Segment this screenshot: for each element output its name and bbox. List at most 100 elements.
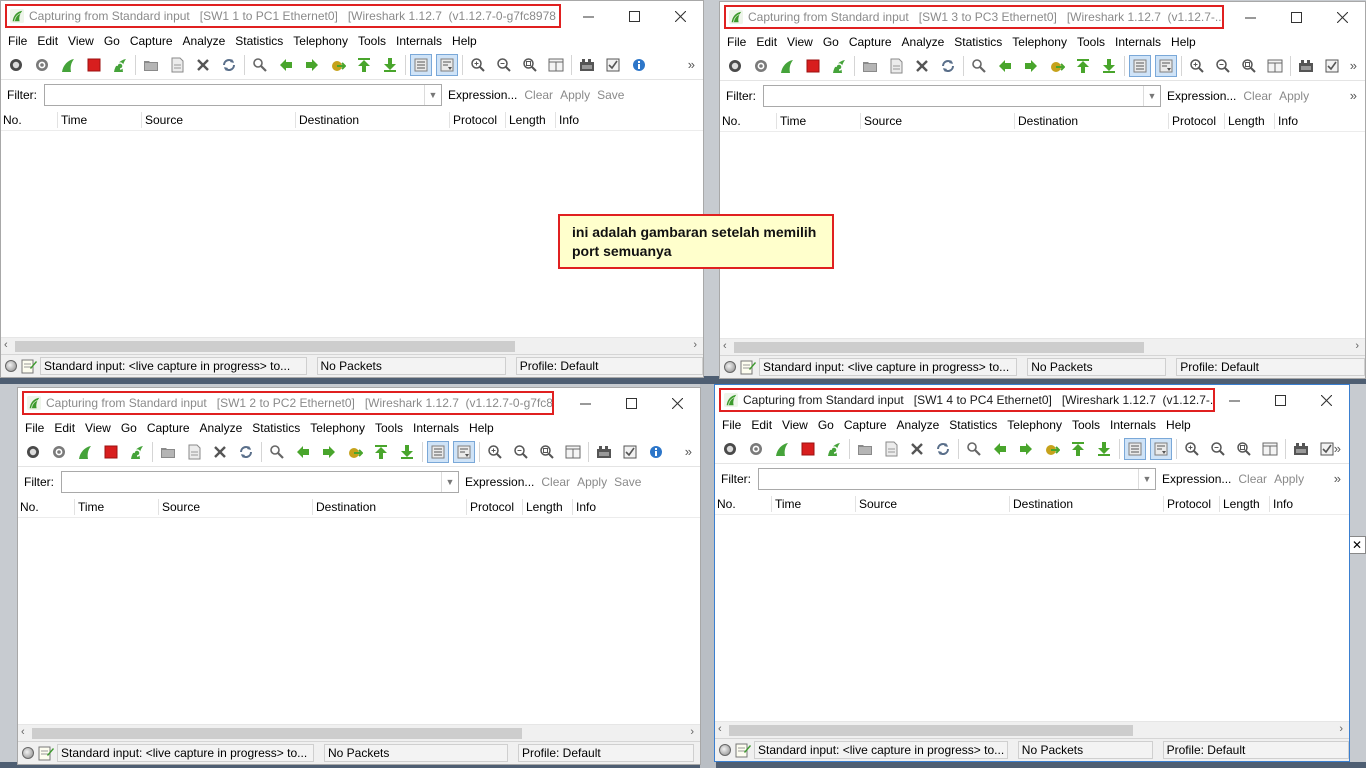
wireshark-window-sw1-pc3[interactable]: Capturing from Standard input [SW1 3 to …: [719, 1, 1366, 379]
filter-input[interactable]: ▼: [61, 471, 459, 493]
horizontal-scrollbar[interactable]: ‹ ›: [720, 338, 1365, 356]
menu-capture[interactable]: Capture: [125, 34, 178, 48]
capture-filters-icon[interactable]: [593, 441, 615, 463]
scroll-left-icon[interactable]: ‹: [4, 339, 8, 351]
resize-columns-icon[interactable]: [1259, 438, 1281, 460]
first-packet-icon[interactable]: [353, 54, 375, 76]
find-packet-icon[interactable]: [249, 54, 271, 76]
interface-list-icon[interactable]: [5, 54, 27, 76]
filter-apply-button[interactable]: Apply: [577, 475, 607, 489]
toolbar-overflow-icon[interactable]: »: [1350, 58, 1357, 73]
minimize-icon[interactable]: [1211, 385, 1257, 415]
column-divider[interactable]: [158, 499, 159, 515]
save-file-icon[interactable]: [885, 55, 907, 77]
wireshark-window-sw1-pc1[interactable]: Capturing from Standard input [SW1 1 to …: [0, 0, 704, 378]
menu-analyze[interactable]: Analyze: [178, 34, 231, 48]
title-bar[interactable]: Capturing from Standard input [SW1 1 to …: [1, 1, 703, 31]
column-divider[interactable]: [555, 112, 556, 128]
menu-file[interactable]: File: [3, 34, 32, 48]
filter-apply-button[interactable]: Apply: [560, 88, 590, 102]
menu-go[interactable]: Go: [116, 421, 142, 435]
column-divider[interactable]: [1014, 113, 1015, 129]
filter-save-button[interactable]: Save: [597, 88, 624, 102]
menu-view[interactable]: View: [63, 34, 99, 48]
open-file-icon[interactable]: [854, 438, 876, 460]
menu-telephony[interactable]: Telephony: [305, 421, 370, 435]
reload-icon[interactable]: [235, 441, 257, 463]
capture-options-icon[interactable]: [48, 441, 70, 463]
column-header-no[interactable]: No.: [20, 500, 39, 514]
menu-go[interactable]: Go: [99, 34, 125, 48]
menu-capture[interactable]: Capture: [142, 421, 195, 435]
stop-capture-icon[interactable]: [83, 54, 105, 76]
column-divider[interactable]: [1219, 496, 1220, 512]
zoom-out-icon[interactable]: [1212, 55, 1234, 77]
scroll-right-icon[interactable]: ›: [690, 726, 694, 738]
expert-info-icon[interactable]: [645, 441, 667, 463]
scrollbar-thumb[interactable]: [32, 728, 522, 739]
zoom-out-icon[interactable]: [493, 54, 515, 76]
go-back-icon[interactable]: [994, 55, 1016, 77]
menu-capture[interactable]: Capture: [839, 418, 892, 432]
menu-go[interactable]: Go: [818, 35, 844, 49]
maximize-icon[interactable]: [1257, 385, 1303, 415]
scrollbar-thumb[interactable]: [15, 341, 515, 352]
go-back-icon[interactable]: [275, 54, 297, 76]
expert-info-icon[interactable]: [724, 361, 736, 373]
filter-clear-button[interactable]: Clear: [541, 475, 570, 489]
menu-file[interactable]: File: [722, 35, 751, 49]
open-file-icon[interactable]: [140, 54, 162, 76]
menu-analyze[interactable]: Analyze: [892, 418, 945, 432]
restart-capture-icon[interactable]: [828, 55, 850, 77]
go-forward-icon[interactable]: [318, 441, 340, 463]
menu-file[interactable]: File: [717, 418, 746, 432]
go-forward-icon[interactable]: [301, 54, 323, 76]
zoom-in-icon[interactable]: [1186, 55, 1208, 77]
colorize-icon[interactable]: [427, 441, 449, 463]
first-packet-icon[interactable]: [370, 441, 392, 463]
capture-options-icon[interactable]: [745, 438, 767, 460]
close-icon[interactable]: [1319, 2, 1365, 32]
horizontal-scrollbar[interactable]: ‹ ›: [715, 721, 1349, 739]
wireshark-window-sw1-pc2[interactable]: Capturing from Standard input [SW1 2 to …: [17, 387, 701, 765]
restart-capture-icon[interactable]: [823, 438, 845, 460]
filter-clear-button[interactable]: Clear: [1238, 472, 1267, 486]
close-file-icon[interactable]: [911, 55, 933, 77]
column-header-source[interactable]: Source: [859, 497, 897, 511]
go-back-icon[interactable]: [292, 441, 314, 463]
column-header-source[interactable]: Source: [162, 500, 200, 514]
chevron-down-icon[interactable]: ▼: [441, 472, 458, 492]
close-file-icon[interactable]: [209, 441, 231, 463]
expert-info-icon[interactable]: [22, 747, 34, 759]
menu-view[interactable]: View: [782, 35, 818, 49]
filter-save-button[interactable]: Save: [614, 475, 641, 489]
menu-edit[interactable]: Edit: [32, 34, 63, 48]
colorize-icon[interactable]: [410, 54, 432, 76]
start-capture-icon[interactable]: [776, 55, 798, 77]
capture-comment-icon[interactable]: [38, 745, 54, 761]
scrollbar-thumb[interactable]: [734, 342, 1144, 353]
find-packet-icon[interactable]: [963, 438, 985, 460]
column-header-time[interactable]: Time: [61, 113, 87, 127]
title-bar[interactable]: Capturing from Standard input [SW1 3 to …: [720, 2, 1365, 32]
menu-help[interactable]: Help: [447, 34, 482, 48]
column-divider[interactable]: [572, 499, 573, 515]
column-divider[interactable]: [449, 112, 450, 128]
capture-filters-icon[interactable]: [576, 54, 598, 76]
column-header-time[interactable]: Time: [775, 497, 801, 511]
find-packet-icon[interactable]: [968, 55, 990, 77]
horizontal-scrollbar[interactable]: ‹ ›: [18, 724, 700, 742]
colorize-icon[interactable]: [1129, 55, 1151, 77]
menu-statistics[interactable]: Statistics: [247, 421, 305, 435]
close-icon[interactable]: [657, 1, 703, 31]
go-to-packet-icon[interactable]: [327, 54, 349, 76]
expert-info-icon[interactable]: [5, 360, 17, 372]
column-divider[interactable]: [141, 112, 142, 128]
filter-apply-button[interactable]: Apply: [1279, 89, 1309, 103]
colorize-icon[interactable]: [1124, 438, 1146, 460]
first-packet-icon[interactable]: [1072, 55, 1094, 77]
column-header-source[interactable]: Source: [864, 114, 902, 128]
chevron-down-icon[interactable]: ▼: [424, 85, 441, 105]
column-header-info[interactable]: Info: [576, 500, 596, 514]
menu-statistics[interactable]: Statistics: [949, 35, 1007, 49]
